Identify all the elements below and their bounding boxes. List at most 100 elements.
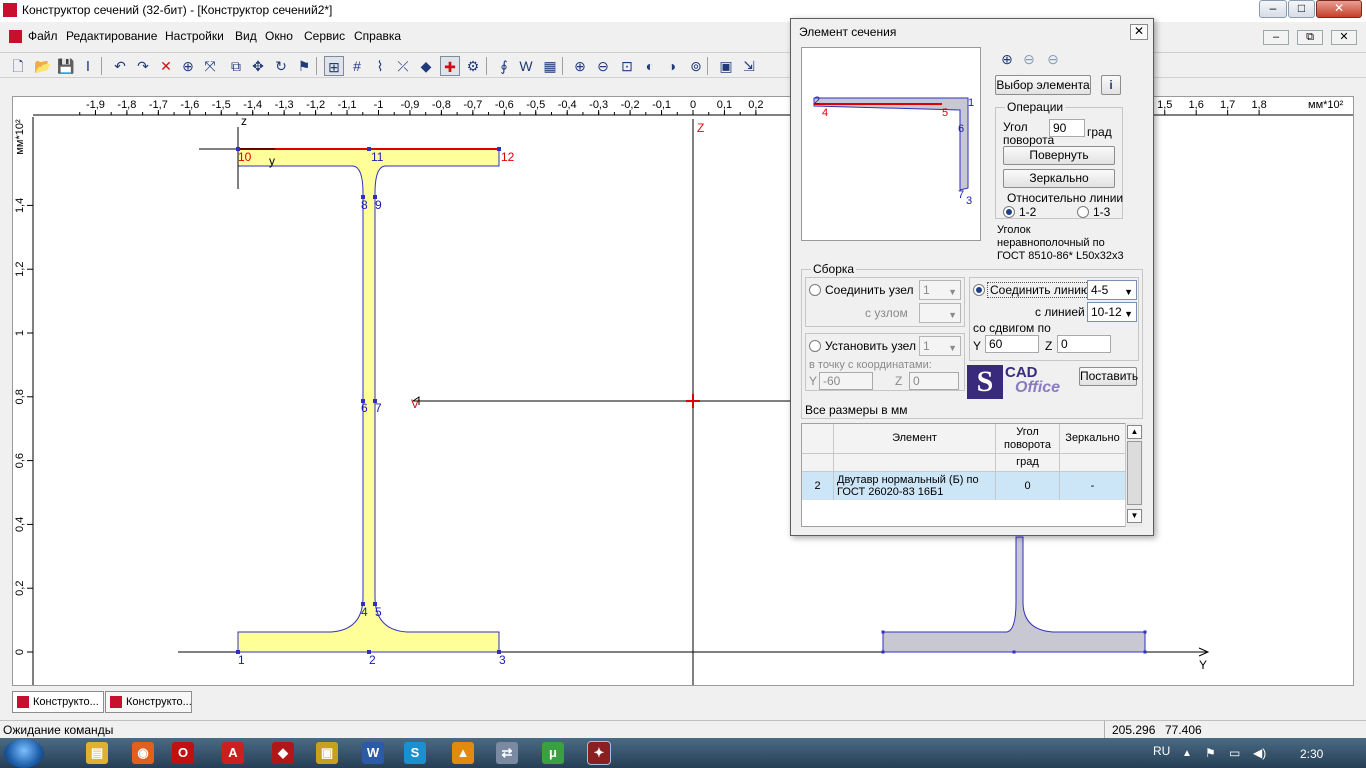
avast-icon[interactable]: ▲ (452, 742, 474, 764)
doc-tab-2[interactable]: Конструкто... (105, 691, 192, 713)
with-line-combo[interactable]: 10-12 ▼ (1087, 302, 1137, 322)
rotate-icon[interactable]: ↻ (271, 56, 291, 76)
firefox-icon[interactable]: ◉ (132, 742, 154, 764)
point-z-input[interactable]: 0 (909, 372, 959, 390)
chevron-down-icon: ▼ (948, 343, 957, 353)
mdi-restore-button[interactable]: ⧉ (1297, 30, 1323, 45)
phi-icon[interactable]: ∮ (494, 56, 514, 76)
center-icon[interactable]: ⊕ (178, 56, 198, 76)
tray-arrow-icon[interactable]: ▲ (1182, 748, 1192, 759)
radio-set-node[interactable] (809, 340, 821, 352)
mirror-button[interactable]: Зеркально (1003, 169, 1115, 188)
zoom-all-icon[interactable]: ⊚ (686, 56, 706, 76)
zoom-prev-icon[interactable]: ◐ (640, 56, 660, 76)
zoom-fit-icon[interactable]: ⊖ (1043, 49, 1063, 69)
dialog-close-button[interactable]: ✕ (1130, 24, 1148, 40)
undo-icon[interactable]: ↶ (110, 56, 130, 76)
zoom-in-icon[interactable]: ⊕ (997, 49, 1017, 69)
info-icon[interactable]: i (1101, 75, 1121, 95)
scroll-up-icon[interactable]: ▲ (1127, 425, 1142, 439)
toolbar-separator (486, 57, 487, 75)
zoom-out-icon[interactable]: ⊖ (593, 56, 613, 76)
export-icon[interactable]: ⇲ (739, 56, 759, 76)
point-y-input[interactable]: -60 (819, 372, 873, 390)
save-icon[interactable]: 💾 (56, 56, 76, 76)
snap-icon[interactable]: ⚙ (463, 56, 483, 76)
section-constructor-icon[interactable]: ✦ (587, 741, 611, 765)
minimize-button[interactable]: – (1259, 0, 1287, 18)
radio-line-1-2[interactable] (1003, 206, 1015, 218)
select-element-button[interactable]: Выбор элемента (995, 75, 1091, 95)
y-tick-label: 1,4 (14, 198, 26, 213)
menu-edit[interactable]: Редактирование (66, 29, 157, 43)
menu-view[interactable]: Вид (235, 29, 257, 43)
menu-settings[interactable]: Настройки (165, 29, 224, 43)
select-icon[interactable]: ⊞ (324, 56, 344, 76)
tray-flag-icon[interactable]: ⚑ (1205, 746, 1216, 760)
acrobat-icon[interactable]: A (222, 742, 244, 764)
windows-start-icon[interactable] (4, 739, 44, 768)
zoom-in-icon[interactable]: ⊕ (570, 56, 590, 76)
table-corner (802, 424, 834, 454)
layers-icon[interactable]: ▦ (540, 56, 560, 76)
report-icon[interactable]: ▣ (716, 56, 736, 76)
angle-input[interactable]: 90 (1049, 119, 1085, 137)
doc-tab-1[interactable]: Конструкто... (12, 691, 104, 713)
radio-join-line[interactable] (973, 284, 985, 296)
menu-help[interactable]: Справка (354, 29, 401, 43)
delete-icon[interactable]: ✕ (156, 56, 176, 76)
grid-icon[interactable]: # (347, 56, 367, 76)
flag-icon[interactable]: ⚑ (294, 56, 314, 76)
point-icon[interactable]: ◆ (416, 56, 436, 76)
crosshair-icon[interactable]: ✚ (440, 56, 460, 76)
opera-icon[interactable]: O (172, 742, 194, 764)
point-z-label: Z (895, 374, 903, 388)
with-node-combo[interactable]: ▼ (919, 303, 961, 323)
language-indicator[interactable]: RU (1153, 744, 1170, 758)
table-row[interactable]: 2 Двутавр нормальный (Б) по ГОСТ 26020-8… (802, 472, 1126, 500)
transform-icon[interactable]: ⤧ (200, 56, 220, 76)
archive-icon[interactable]: ▣ (316, 742, 338, 764)
join-node-combo[interactable]: 1 ▼ (919, 280, 961, 300)
tray-volume-icon[interactable]: ◀) (1253, 746, 1266, 760)
redo-icon[interactable]: ↷ (133, 56, 153, 76)
utorrent-icon[interactable]: μ (542, 742, 564, 764)
cad-red-icon[interactable]: ◆ (272, 742, 294, 764)
file-explorer-icon[interactable]: ▤ (86, 742, 108, 764)
mdi-minimize-button[interactable]: – (1263, 30, 1289, 45)
close-button[interactable]: ✕ (1316, 0, 1362, 18)
element-desc-2: неравнополочный по (997, 237, 1105, 249)
rotate-button[interactable]: Повернуть (1003, 146, 1115, 165)
mdi-close-button[interactable]: ✕ (1331, 30, 1357, 45)
radio-join-node[interactable] (809, 284, 821, 296)
skype-icon[interactable]: S (404, 742, 426, 764)
table-scrollbar[interactable]: ▲ ▼ (1125, 423, 1143, 527)
maximize-button[interactable]: □ (1288, 0, 1315, 18)
clock[interactable]: 2:30 (1300, 747, 1323, 761)
open-folder-icon[interactable]: 📂 (33, 56, 53, 76)
w-icon[interactable]: W (516, 56, 536, 76)
zoom-next-icon[interactable]: ◑ (662, 56, 682, 76)
shift-z-input[interactable]: 0 (1057, 335, 1111, 353)
cross-icon[interactable]: ⤫ (393, 56, 413, 76)
menu-window[interactable]: Окно (265, 29, 293, 43)
join-line-combo[interactable]: 4-5 ▼ (1087, 280, 1137, 300)
zoom-window-icon[interactable]: ⊡ (617, 56, 637, 76)
copy-icon[interactable]: ⧉ (226, 56, 246, 76)
scroll-down-icon[interactable]: ▼ (1127, 509, 1142, 523)
move-icon[interactable]: ✥ (248, 56, 268, 76)
i-beam-icon[interactable]: Ⅰ (78, 56, 98, 76)
zoom-out-icon[interactable]: ⊖ (1019, 49, 1039, 69)
shift-y-input[interactable]: 60 (985, 335, 1039, 353)
scroll-thumb[interactable] (1127, 441, 1142, 505)
place-button[interactable]: Поставить (1079, 367, 1138, 386)
menu-file[interactable]: Файл (28, 29, 58, 43)
menu-service[interactable]: Сервис (304, 29, 345, 43)
word-icon[interactable]: W (362, 742, 384, 764)
radio-line-1-3[interactable] (1077, 206, 1089, 218)
set-node-combo[interactable]: 1 ▼ (919, 336, 961, 356)
new-doc-icon[interactable]: 🗋 (8, 56, 28, 76)
tray-network-icon[interactable]: ▭ (1229, 746, 1240, 760)
polyline-icon[interactable]: ⌇ (370, 56, 390, 76)
network-icon[interactable]: ⇄ (496, 742, 518, 764)
